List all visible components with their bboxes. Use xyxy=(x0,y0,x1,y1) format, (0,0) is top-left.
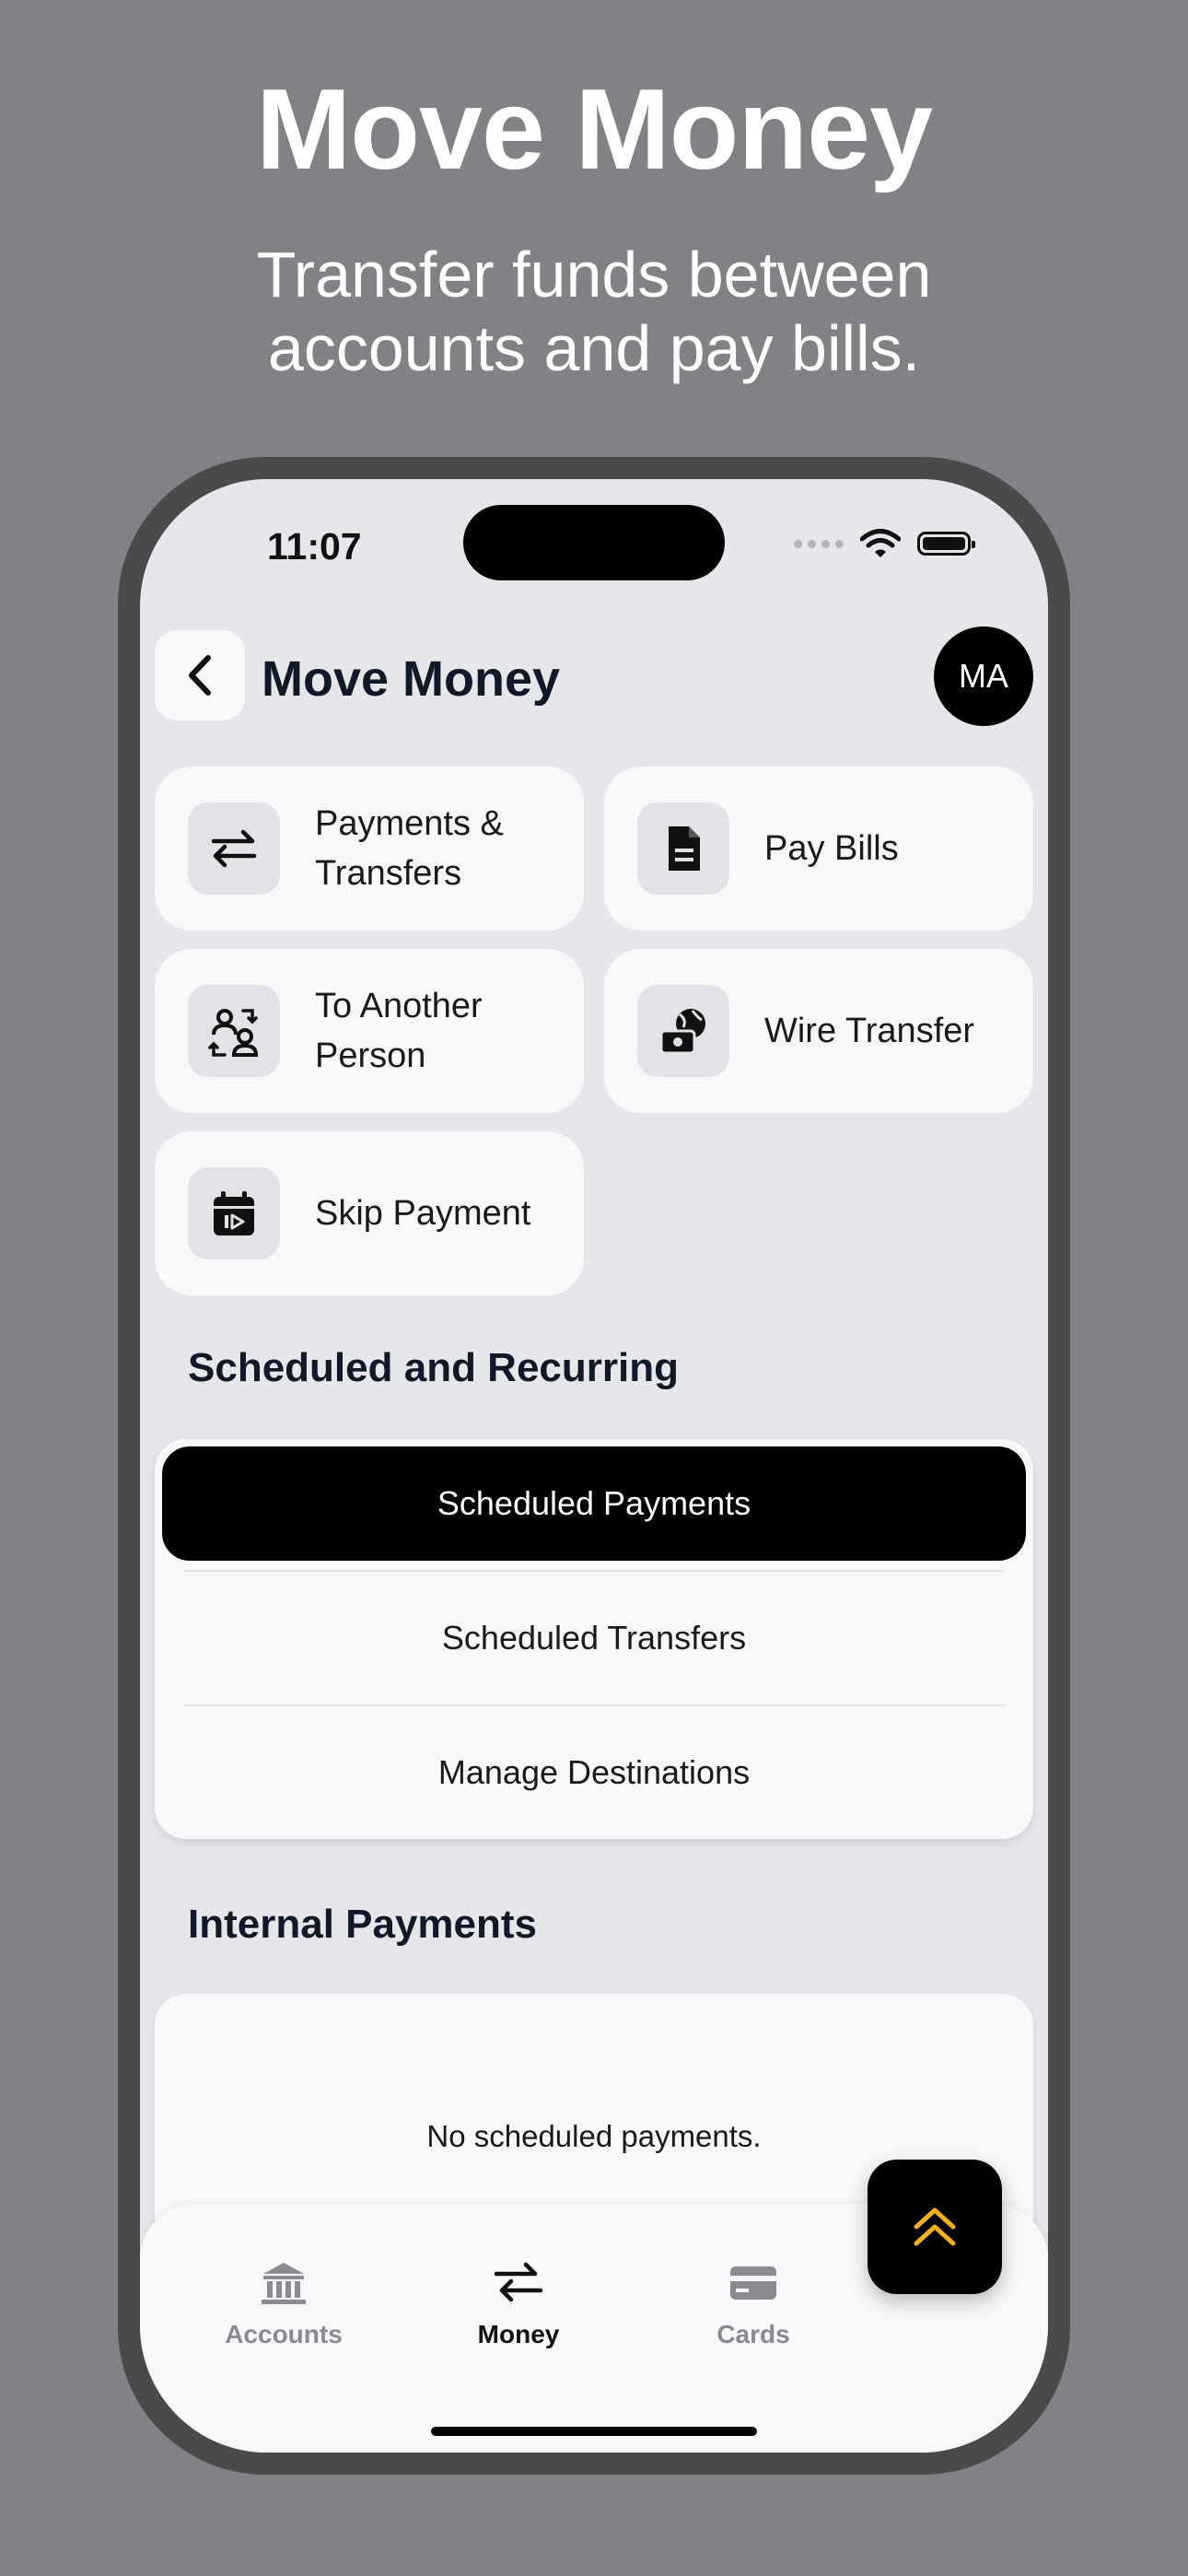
action-label: To Another Person xyxy=(315,987,483,1075)
promo-headline: Move Money xyxy=(255,66,933,193)
avatar[interactable]: MA xyxy=(934,626,1033,726)
action-pay-bills[interactable]: Pay Bills xyxy=(604,767,1033,931)
tab-money[interactable]: Money xyxy=(426,2255,611,2349)
action-label: Payments & Transfers xyxy=(315,804,504,893)
status-time: 11:07 xyxy=(267,525,362,568)
tab-label: Money xyxy=(477,2320,560,2348)
scheduled-section-title: Scheduled and Recurring xyxy=(188,1345,679,1390)
tab-label: Accounts xyxy=(225,2320,343,2348)
dynamic-island xyxy=(463,505,725,580)
scheduled-transfers-button[interactable]: Scheduled Transfers xyxy=(162,1581,1026,1695)
bank-icon xyxy=(262,2263,306,2304)
manage-destinations-button[interactable]: Manage Destinations xyxy=(162,1715,1026,1830)
divider xyxy=(184,1570,1004,1572)
divider xyxy=(184,1704,1004,1706)
status-icons xyxy=(794,525,975,562)
document-icon xyxy=(669,826,700,871)
tab-accounts[interactable]: Accounts xyxy=(192,2255,376,2349)
globe-money-icon xyxy=(659,1009,705,1055)
action-skip-payment[interactable]: Skip Payment xyxy=(155,1131,584,1295)
action-label: Pay Bills xyxy=(764,829,899,868)
action-wire-transfer[interactable]: Wire Transfer xyxy=(604,949,1033,1113)
action-payments-transfers[interactable]: Payments & Transfers xyxy=(155,767,584,931)
page-title: Move Money xyxy=(262,651,561,707)
action-label: Wire Transfer xyxy=(764,1012,975,1050)
back-button[interactable] xyxy=(155,630,245,720)
phone-frame: 11:07 Move Money MA Payments & Transfers… xyxy=(118,457,1070,2475)
transfer-arrows-icon xyxy=(211,829,257,868)
chevron-left-icon xyxy=(189,655,211,696)
scroll-to-top-button[interactable] xyxy=(868,2160,1002,2294)
transfer-arrows-icon xyxy=(494,2262,543,2302)
scheduled-options: Scheduled Payments Scheduled Transfers M… xyxy=(155,1439,1033,1839)
tab-label: Cards xyxy=(716,2320,790,2348)
home-indicator xyxy=(431,2427,757,2436)
action-to-another-person[interactable]: To Another Person xyxy=(155,949,584,1113)
empty-state-text: No scheduled payments. xyxy=(426,2119,762,2153)
phone-screen: 11:07 Move Money MA Payments & Transfers… xyxy=(140,479,1048,2453)
internal-payments-title: Internal Payments xyxy=(188,1902,538,1947)
person-exchange-icon xyxy=(208,1009,259,1057)
action-label: Skip Payment xyxy=(315,1194,531,1233)
card-icon xyxy=(730,2266,776,2300)
battery-icon xyxy=(917,532,975,556)
scheduled-payments-button[interactable]: Scheduled Payments xyxy=(162,1446,1026,1561)
wifi-icon xyxy=(860,529,901,557)
double-chevron-up-icon xyxy=(914,2207,956,2246)
promo-subline: Transfer funds between accounts and pay … xyxy=(256,239,932,384)
calendar-skip-icon xyxy=(214,1191,254,1235)
signal-icon xyxy=(794,539,844,548)
tab-cards[interactable]: Cards xyxy=(661,2255,845,2349)
